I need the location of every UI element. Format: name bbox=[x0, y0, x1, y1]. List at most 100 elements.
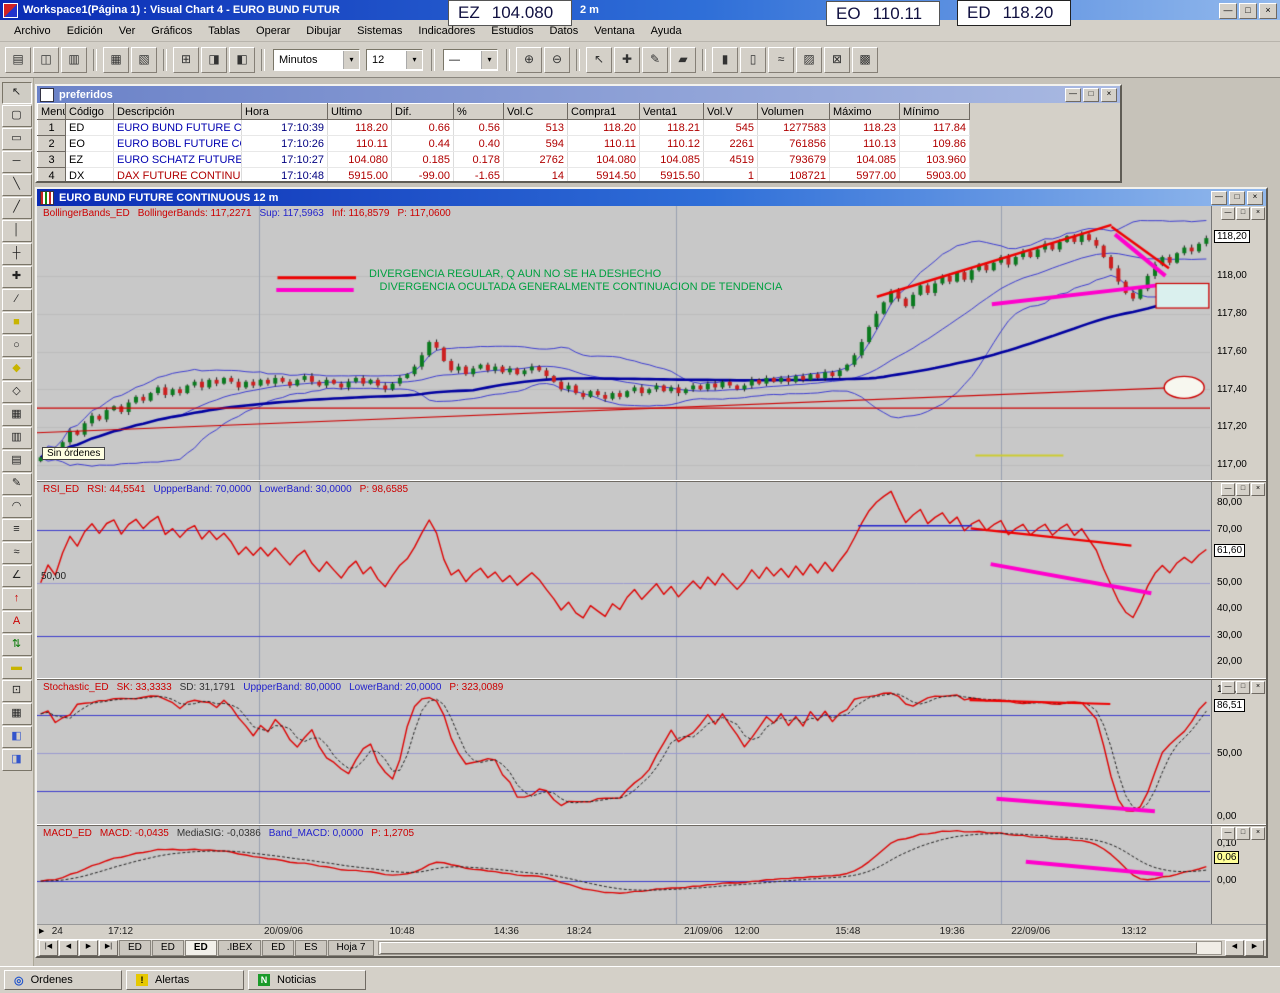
quotes-window-title-bar[interactable]: preferidos —□× bbox=[37, 86, 1120, 103]
menu-tablas[interactable]: Tablas bbox=[200, 22, 248, 40]
panel-close-button[interactable]: × bbox=[1251, 827, 1265, 840]
uptrend-line-tool[interactable]: ╱ bbox=[2, 197, 32, 219]
arrow-up-tool[interactable]: ↑ bbox=[2, 588, 32, 610]
menu-ver[interactable]: Ver bbox=[111, 22, 144, 40]
quotes-window-close-button[interactable]: × bbox=[1101, 88, 1117, 102]
column-header-codigo[interactable]: Código bbox=[66, 104, 114, 120]
select-tool[interactable]: ▢ bbox=[2, 105, 32, 127]
panel-close-button[interactable]: × bbox=[1251, 207, 1265, 220]
stochastic-axis[interactable]: 100,0050,000,0086,51—□× bbox=[1211, 680, 1266, 824]
quote-overlay-ed[interactable]: ED 118.20 bbox=[957, 0, 1071, 26]
rsi-axis[interactable]: 80,0070,0050,0040,0030,0020,0061,60—□× bbox=[1211, 482, 1266, 678]
area-type-icon[interactable]: ▨ bbox=[796, 47, 822, 73]
panel-maximize-button[interactable]: □ bbox=[1236, 207, 1250, 220]
new-chart-icon[interactable]: ▦ bbox=[103, 47, 129, 73]
panel-minimize-button[interactable]: — bbox=[1221, 483, 1235, 496]
chart-settings-icon[interactable]: ▩ bbox=[852, 47, 878, 73]
column-header-volumen[interactable]: Volumen bbox=[758, 104, 830, 120]
depth-window-button[interactable]: ◧ bbox=[229, 47, 255, 73]
quote-row-dx[interactable]: 4DXDAX FUTURE CONTINUO17:10:485915.00-99… bbox=[38, 168, 970, 184]
horizontal-scrollbar[interactable] bbox=[378, 941, 1222, 955]
column-header-venta1[interactable]: Venta1 bbox=[640, 104, 704, 120]
panel-minimize-button[interactable]: — bbox=[1221, 681, 1235, 694]
price-axis[interactable]: 118,00117,80117,60117,40117,20117,00118,… bbox=[1211, 206, 1266, 480]
column-header-maximo[interactable]: Máximo bbox=[830, 104, 900, 120]
column-header-item[interactable]: % bbox=[454, 104, 504, 120]
panel-close-button[interactable]: × bbox=[1251, 483, 1265, 496]
period-value-combo[interactable]: 12▾ bbox=[366, 49, 423, 71]
column-header-menu[interactable]: Menú bbox=[38, 104, 66, 120]
macd-canvas[interactable] bbox=[37, 826, 1210, 924]
highlighter-icon[interactable]: ▰ bbox=[670, 47, 696, 73]
statusbar-ordenes[interactable]: ◎Ordenes bbox=[4, 970, 122, 990]
pencil-tool[interactable]: ✎ bbox=[2, 473, 32, 495]
list-tool[interactable]: ≡ bbox=[2, 519, 32, 541]
rsi-canvas[interactable] bbox=[37, 482, 1210, 678]
column-header-descripcion[interactable]: Descripción bbox=[114, 104, 242, 120]
swap-arrows-tool[interactable]: ⇅ bbox=[2, 634, 32, 656]
prev-tab-button[interactable]: ◀ bbox=[59, 940, 78, 956]
menu-dibujar[interactable]: Dibujar bbox=[298, 22, 349, 40]
square-tool[interactable]: ■ bbox=[2, 312, 32, 334]
window-title-bar[interactable]: Workspace1(Página 1) : Visual Chart 4 - … bbox=[0, 0, 1280, 20]
cursor-icon[interactable]: ↖ bbox=[586, 47, 612, 73]
chart-window-title-bar[interactable]: EURO BUND FUTURE CONTINUOUS 12 m —□× bbox=[37, 189, 1266, 206]
quote-row-ez[interactable]: 3EZEURO SCHATZ FUTURE17:10:27104.0800.18… bbox=[38, 152, 970, 168]
angle-tool[interactable]: ∠ bbox=[2, 565, 32, 587]
panel-b-tool[interactable]: ◨ bbox=[2, 749, 32, 771]
cross-tool[interactable]: ┼ bbox=[2, 243, 32, 265]
save-icon[interactable]: ◫ bbox=[33, 47, 59, 73]
chart-window-minimize-button[interactable]: — bbox=[1211, 191, 1227, 205]
period-combo[interactable]: Minutos▾ bbox=[273, 49, 360, 71]
wave-tool[interactable]: ≈ bbox=[2, 542, 32, 564]
circle-tool[interactable]: ○ bbox=[2, 335, 32, 357]
new-table-icon[interactable]: ⊞ bbox=[173, 47, 199, 73]
diamond-tool[interactable]: ◇ bbox=[2, 381, 32, 403]
column-header-minimo[interactable]: Mínimo bbox=[900, 104, 970, 120]
price-chart-canvas[interactable] bbox=[37, 206, 1210, 480]
column-header-vol-v[interactable]: Vol.V bbox=[704, 104, 758, 120]
panel-maximize-button[interactable]: □ bbox=[1236, 827, 1250, 840]
quotes-window-maximize-button[interactable]: □ bbox=[1083, 88, 1099, 102]
ray-tool[interactable]: ∕ bbox=[2, 289, 32, 311]
next-tab-button[interactable]: ▶ bbox=[79, 940, 98, 956]
menu-ventana[interactable]: Ventana bbox=[586, 22, 642, 40]
statusbar-alertas[interactable]: !Alertas bbox=[126, 970, 244, 990]
first-tab-button[interactable]: |◀ bbox=[39, 940, 58, 956]
menu-operar[interactable]: Operar bbox=[248, 22, 298, 40]
chevron-down-icon[interactable]: ▾ bbox=[406, 51, 422, 69]
column-header-compra1[interactable]: Compra1 bbox=[568, 104, 640, 120]
crosshair-icon[interactable]: ✚ bbox=[614, 47, 640, 73]
zoom-in-icon[interactable]: ⊕ bbox=[516, 47, 542, 73]
menu-ayuda[interactable]: Ayuda bbox=[643, 22, 690, 40]
rectangle-tool[interactable]: ▭ bbox=[2, 128, 32, 150]
quote-row-ed[interactable]: 1EDEURO BUND FUTURE CO17:10:39118.200.66… bbox=[38, 120, 970, 136]
panel-close-button[interactable]: × bbox=[1251, 681, 1265, 694]
chart-tab-ibex-3[interactable]: .IBEX bbox=[218, 940, 262, 956]
fibonacci-grid-tool[interactable]: ▦ bbox=[2, 404, 32, 426]
panel-minimize-button[interactable]: — bbox=[1221, 827, 1235, 840]
column-header-hora[interactable]: Hora bbox=[242, 104, 328, 120]
window-minimize-button[interactable]: — bbox=[1219, 3, 1237, 19]
menu-archivo[interactable]: Archivo bbox=[6, 22, 59, 40]
quote-overlay-ez[interactable]: EZ 104.080 bbox=[448, 0, 572, 26]
diamond-fill-tool[interactable]: ◆ bbox=[2, 358, 32, 380]
time-axis[interactable]: ▶ 2417:1220/09/0610:4814:3618:2421/09/06… bbox=[37, 924, 1266, 938]
quotes-window-button[interactable]: ◨ bbox=[201, 47, 227, 73]
stochastic-canvas[interactable] bbox=[37, 680, 1210, 824]
chart-tab-ed-1[interactable]: ED bbox=[152, 940, 184, 956]
chart-tab-ed-0[interactable]: ED bbox=[119, 940, 151, 956]
zoom-out-icon[interactable]: ⊖ bbox=[544, 47, 570, 73]
bars-type-icon[interactable]: ▯ bbox=[740, 47, 766, 73]
quote-overlay-eo[interactable]: EO 110.11 bbox=[826, 1, 940, 26]
pencil-icon[interactable]: ✎ bbox=[642, 47, 668, 73]
bars-tool[interactable]: ▬ bbox=[2, 657, 32, 679]
arc-tool[interactable]: ◠ bbox=[2, 496, 32, 518]
window-maximize-button[interactable]: □ bbox=[1239, 3, 1257, 19]
line-type-icon[interactable]: ≈ bbox=[768, 47, 794, 73]
open-icon[interactable]: ▤ bbox=[5, 47, 31, 73]
menu-graficos[interactable]: Gráficos bbox=[143, 22, 200, 40]
chart-tab-ed-4[interactable]: ED bbox=[262, 940, 294, 956]
column-header-ultimo[interactable]: Ultimo bbox=[328, 104, 392, 120]
candles-type-icon[interactable]: ▮ bbox=[712, 47, 738, 73]
